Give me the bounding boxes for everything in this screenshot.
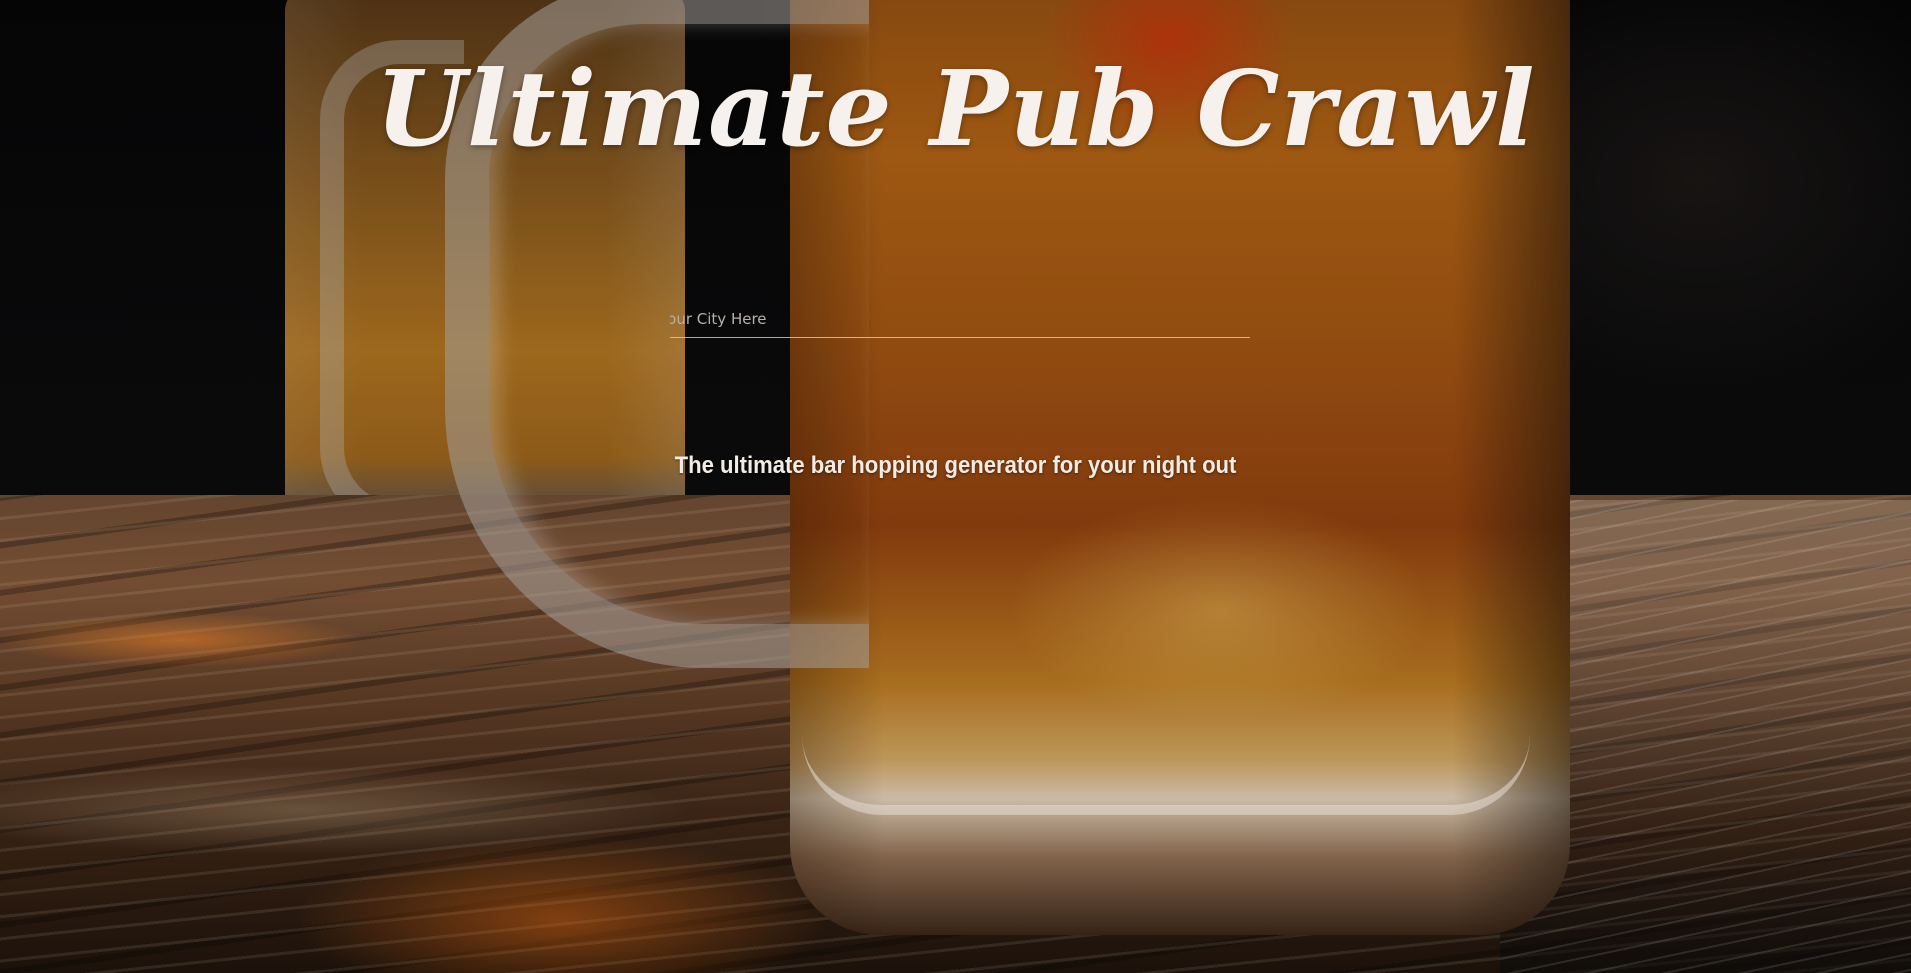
- page-title: Ultimate Pub Crawl: [375, 47, 1536, 170]
- hero-section: Ultimate Pub Crawl The ultimate bar hopp…: [0, 0, 1911, 973]
- city-search-form: [670, 300, 1250, 340]
- city-input[interactable]: [670, 300, 1250, 338]
- tagline: The ultimate bar hopping generator for y…: [674, 452, 1237, 479]
